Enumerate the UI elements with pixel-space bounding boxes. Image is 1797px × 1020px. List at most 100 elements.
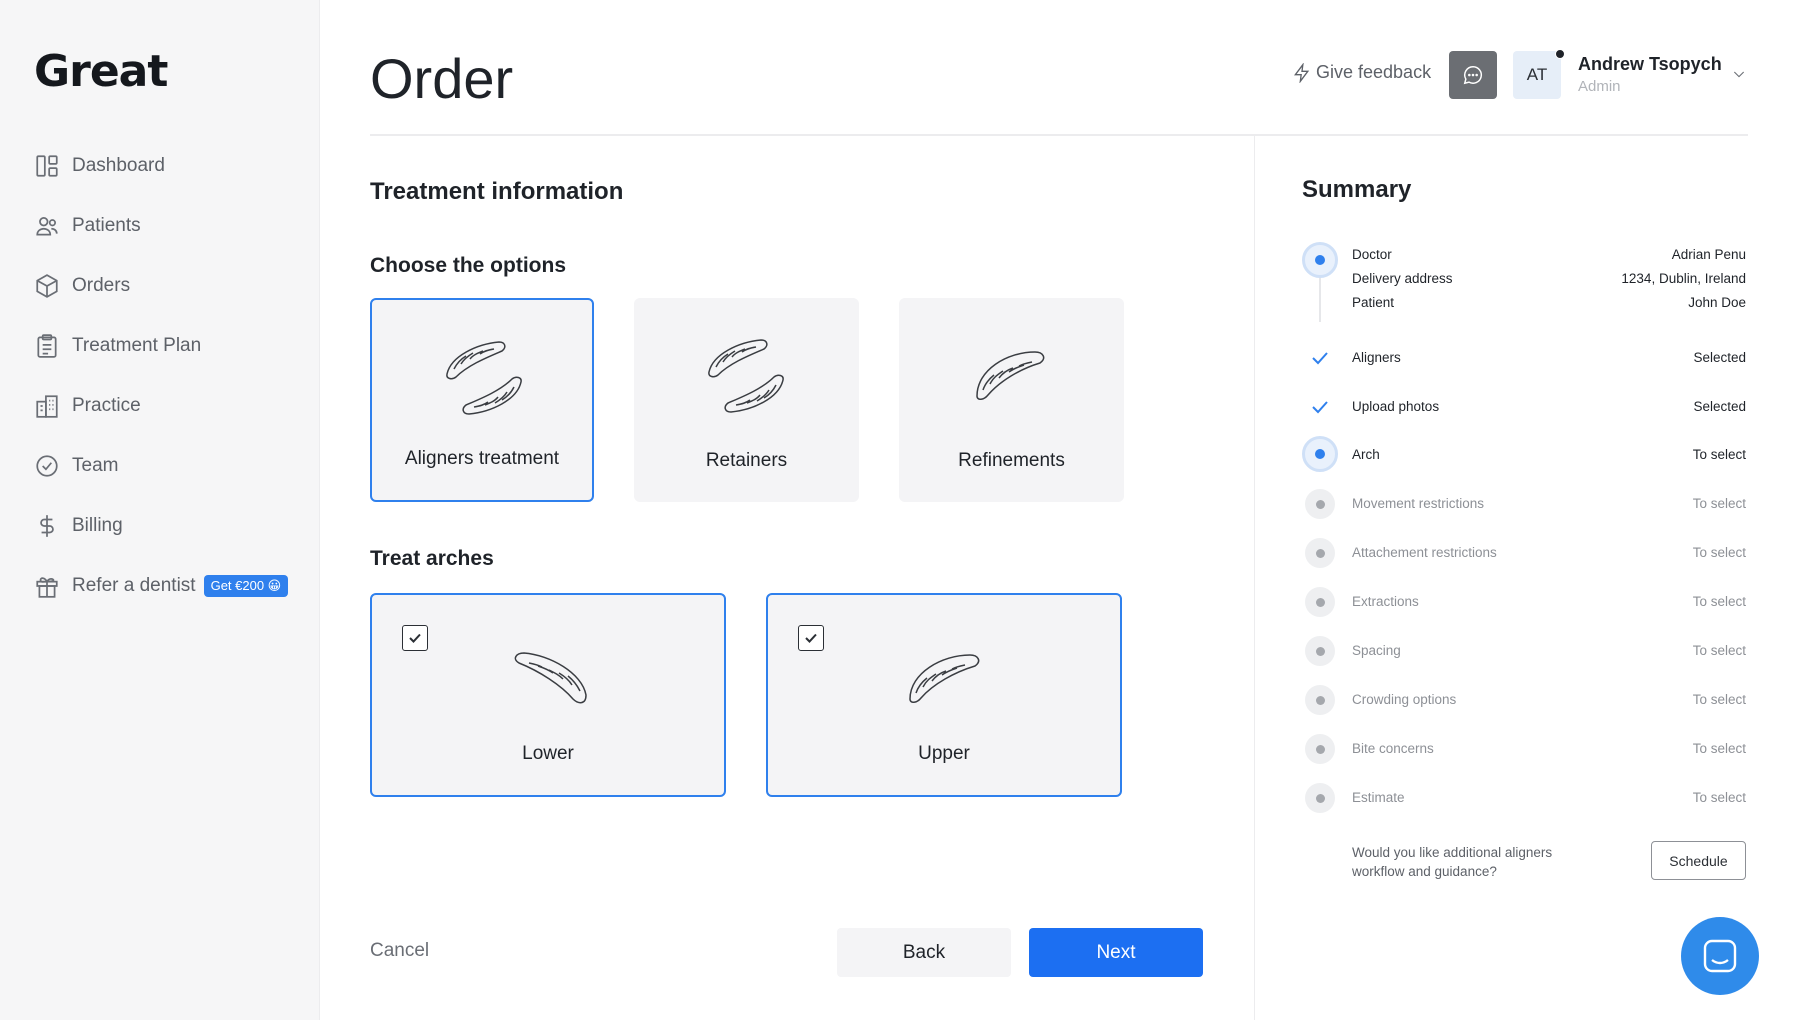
timeline-pending-marker	[1305, 636, 1335, 666]
summary-step-value: To select	[1692, 447, 1746, 462]
summary-step-label: Aligners	[1352, 350, 1401, 365]
sidebar-item-billing[interactable]: Billing	[34, 496, 304, 556]
next-button[interactable]: Next	[1029, 928, 1203, 977]
cancel-button[interactable]: Cancel	[370, 940, 429, 962]
messenger-icon	[1703, 939, 1737, 973]
sidebar-item-label: Billing	[72, 515, 123, 536]
sidebar-item-label: Dashboard	[72, 155, 165, 176]
timeline-pending-marker	[1305, 489, 1335, 519]
sidebar-item-patients[interactable]: Patients	[34, 196, 304, 256]
summary-info-label: Patient	[1352, 295, 1395, 310]
summary-step-value: To select	[1692, 741, 1746, 756]
arch-lower[interactable]: Lower	[370, 593, 726, 797]
option-label: Aligners treatment	[404, 448, 560, 469]
sidebar-item-label: Treatment Plan	[72, 335, 202, 356]
summary-step-value: To select	[1692, 545, 1746, 560]
sidebar-item-team[interactable]: Team	[34, 436, 304, 496]
summary-step-label: Arch	[1352, 447, 1380, 462]
summary-step-label: Crowding options	[1352, 692, 1457, 707]
chat-bubble-icon	[1463, 66, 1483, 85]
user-avatar[interactable]: AT	[1513, 49, 1565, 99]
box-icon	[36, 274, 58, 298]
sidebar-item-label: Team	[72, 455, 119, 476]
lower-checkbox[interactable]	[402, 625, 428, 651]
option-label: Retainers	[705, 450, 788, 471]
sidebar-item-orders[interactable]: Orders	[34, 256, 304, 316]
summary-info-value: Adrian Penu	[1671, 247, 1746, 262]
building-icon	[36, 395, 58, 418]
check-icon	[1312, 401, 1328, 414]
arch-upper[interactable]: Upper	[766, 593, 1122, 797]
sidebar-item-label: Orders	[72, 275, 131, 296]
upper-checkbox[interactable]	[798, 625, 824, 651]
summary-info-value: 1234, Dublin, Ireland	[1621, 271, 1746, 286]
summary-info-value: John Doe	[1688, 295, 1746, 310]
clipboard-icon	[37, 334, 57, 358]
arch-label: Upper	[918, 743, 970, 764]
sidebar-item-label: Refer a dentist	[72, 575, 196, 596]
timeline-pending-marker	[1305, 734, 1335, 764]
upper-arch-icon	[909, 654, 980, 703]
summary-step-label: Estimate	[1352, 790, 1405, 805]
support-chat-button[interactable]	[1681, 917, 1759, 995]
aligners-icon	[446, 341, 522, 415]
gift-icon	[36, 577, 58, 598]
app-logo[interactable]: Great	[34, 46, 168, 97]
summary-step-label: Spacing	[1352, 643, 1401, 658]
dollar-icon	[40, 515, 54, 537]
option-refinements[interactable]: Refinements	[899, 298, 1124, 502]
summary-step-value: Selected	[1693, 350, 1746, 365]
summary-title: Summary	[1302, 176, 1412, 203]
summary-step-value: To select	[1692, 790, 1746, 805]
sidebar-nav: Dashboard Patients Orders Treatment Plan…	[34, 136, 304, 616]
summary-step-label: Attachement restrictions	[1352, 545, 1497, 560]
arch-label: Lower	[522, 743, 574, 764]
section-title: Treatment information	[370, 178, 624, 205]
back-button[interactable]: Back	[837, 928, 1011, 977]
summary-info-label: Delivery address	[1352, 271, 1453, 286]
summary-step-label: Upload photos	[1352, 399, 1440, 414]
give-feedback-button[interactable]: Give feedback	[1292, 62, 1431, 83]
timeline-current-marker	[1302, 242, 1338, 278]
user-name: Andrew Tsopych	[1578, 54, 1722, 74]
checkmark-icon	[805, 633, 817, 643]
chevron-down-icon[interactable]	[1731, 66, 1747, 82]
referral-badge: Get €200 😀	[203, 575, 289, 597]
give-feedback-label: Give feedback	[1316, 62, 1432, 82]
option-retainers[interactable]: Retainers	[634, 298, 859, 502]
sidebar-item-refer-a-dentist[interactable]: Refer a dentist Get €200 😀	[34, 556, 304, 616]
summary-step-label: Extractions	[1352, 594, 1419, 609]
sidebar-item-dashboard[interactable]: Dashboard	[34, 136, 304, 196]
sidebar-item-label: Patients	[72, 215, 141, 236]
lower-arch-icon	[514, 652, 587, 704]
arches-title: Treat arches	[370, 547, 494, 570]
timeline-pending-marker	[1305, 587, 1335, 617]
retainers-icon	[708, 339, 784, 413]
summary-step-value: To select	[1692, 594, 1746, 609]
sidebar-item-practice[interactable]: Practice	[34, 376, 304, 436]
options-title: Choose the options	[370, 254, 566, 277]
option-aligners-treatment[interactable]: Aligners treatment	[370, 298, 594, 502]
chat-button[interactable]	[1449, 51, 1497, 99]
summary-step-value: To select	[1692, 496, 1746, 511]
sidebar: Great Dashboard Patients Orders Treatmen…	[0, 0, 320, 1020]
timeline-pending-marker	[1305, 783, 1335, 813]
timeline-pending-marker	[1305, 538, 1335, 568]
avatar-initials: AT	[1526, 65, 1548, 84]
sidebar-item-label: Practice	[72, 395, 141, 416]
notification-dot	[1555, 49, 1565, 59]
summary-step-value: Selected	[1693, 399, 1746, 414]
refinements-icon	[976, 351, 1045, 400]
user-role: Admin	[1578, 78, 1621, 95]
summary-step-label: Bite concerns	[1352, 741, 1434, 756]
summary-step-value: To select	[1692, 643, 1746, 658]
panel-divider	[1254, 136, 1255, 1020]
summary-info-label: Doctor	[1352, 247, 1392, 262]
sidebar-item-treatment-plan[interactable]: Treatment Plan	[34, 316, 304, 376]
checkmark-icon	[409, 633, 421, 643]
summary-step-value: To select	[1692, 692, 1746, 707]
timeline-pending-marker	[1305, 685, 1335, 715]
header-divider	[370, 134, 1748, 136]
option-label: Refinements	[958, 450, 1065, 471]
schedule-button[interactable]: Schedule	[1651, 841, 1746, 880]
